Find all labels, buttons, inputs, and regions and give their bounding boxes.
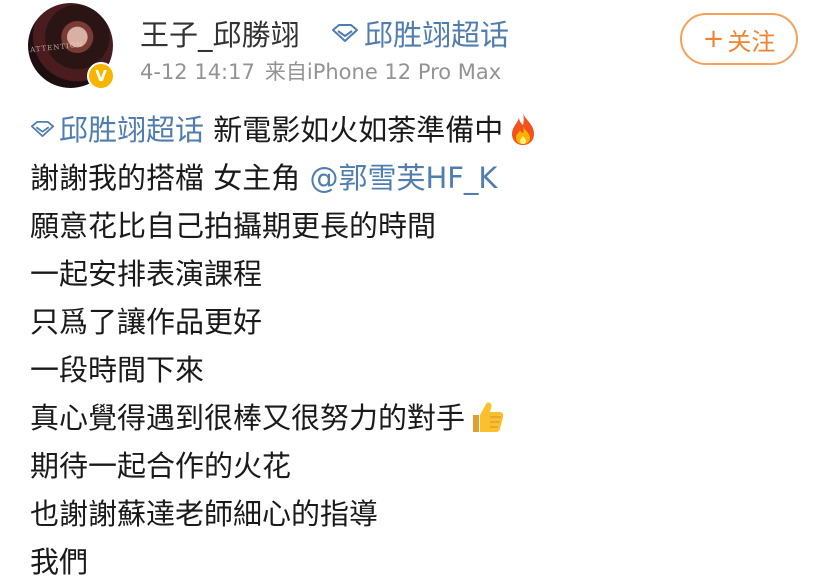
avatar-caption: ATTENTION [29,40,84,55]
content-line-2: 謝謝我的搭檔 女主角 @郭雪芙HF_K [30,154,539,202]
diamond-icon [332,24,358,42]
post-content: 邱胜翊超话 新電影如火如荼準備中 謝謝我的搭檔 女主角 @郭雪芙HF_K 願意花… [30,106,539,578]
content-text: 新電影如火如荼準備中 [213,113,504,147]
post-source: 来自iPhone 12 Pro Max [264,60,502,84]
post-timestamp: 4-12 14:17 [140,60,255,84]
plus-icon: + [702,24,725,54]
follow-label: 关注 [727,27,776,56]
topic-link[interactable]: 邱胜翊超话 [30,113,213,147]
thumbs-up-emoji-icon [473,402,504,432]
content-line-8: 期待一起合作的火花 [30,449,292,483]
content-line-6: 一段時間下來 [30,353,205,387]
weibo-post: ATTENTION V 王子_邱勝翊 邱胜翊超话 4-12 14:17 来自iPh… [0,0,828,578]
post-meta: 4-12 14:17 来自iPhone 12 Pro Max [140,56,501,86]
topic-link-label: 邱胜翊超话 [59,113,205,147]
follow-button[interactable]: + 关注 [680,13,798,65]
avatar[interactable]: ATTENTION V [28,3,115,90]
mention-link[interactable]: @郭雪芙HF_K [309,161,497,195]
content-line-4: 一起安排表演課程 [30,257,263,291]
verified-badge-icon: V [87,62,115,90]
content-text: 真心覺得遇到很棒又很努力的對手 [30,401,466,435]
diamond-icon [30,121,55,137]
super-topic-label: 邱胜翊超话 [364,18,510,52]
content-text: 謝謝我的搭檔 女主角 [30,161,310,195]
content-line-1: 邱胜翊超话 新電影如火如荼準備中 [30,106,539,154]
content-line-7: 真心覺得遇到很棒又很努力的對手 [30,394,539,442]
fire-emoji-icon [512,113,535,145]
content-line-10: 我們 [30,545,89,578]
super-topic-link[interactable]: 邱胜翊超话 [332,12,509,54]
content-line-5: 只爲了讓作品更好 [30,305,263,339]
content-line-9: 也謝謝蘇達老師細心的指導 [30,497,379,531]
username[interactable]: 王子_邱勝翊 [140,12,300,54]
content-line-3: 願意花比自己拍攝期更長的時間 [30,209,437,243]
